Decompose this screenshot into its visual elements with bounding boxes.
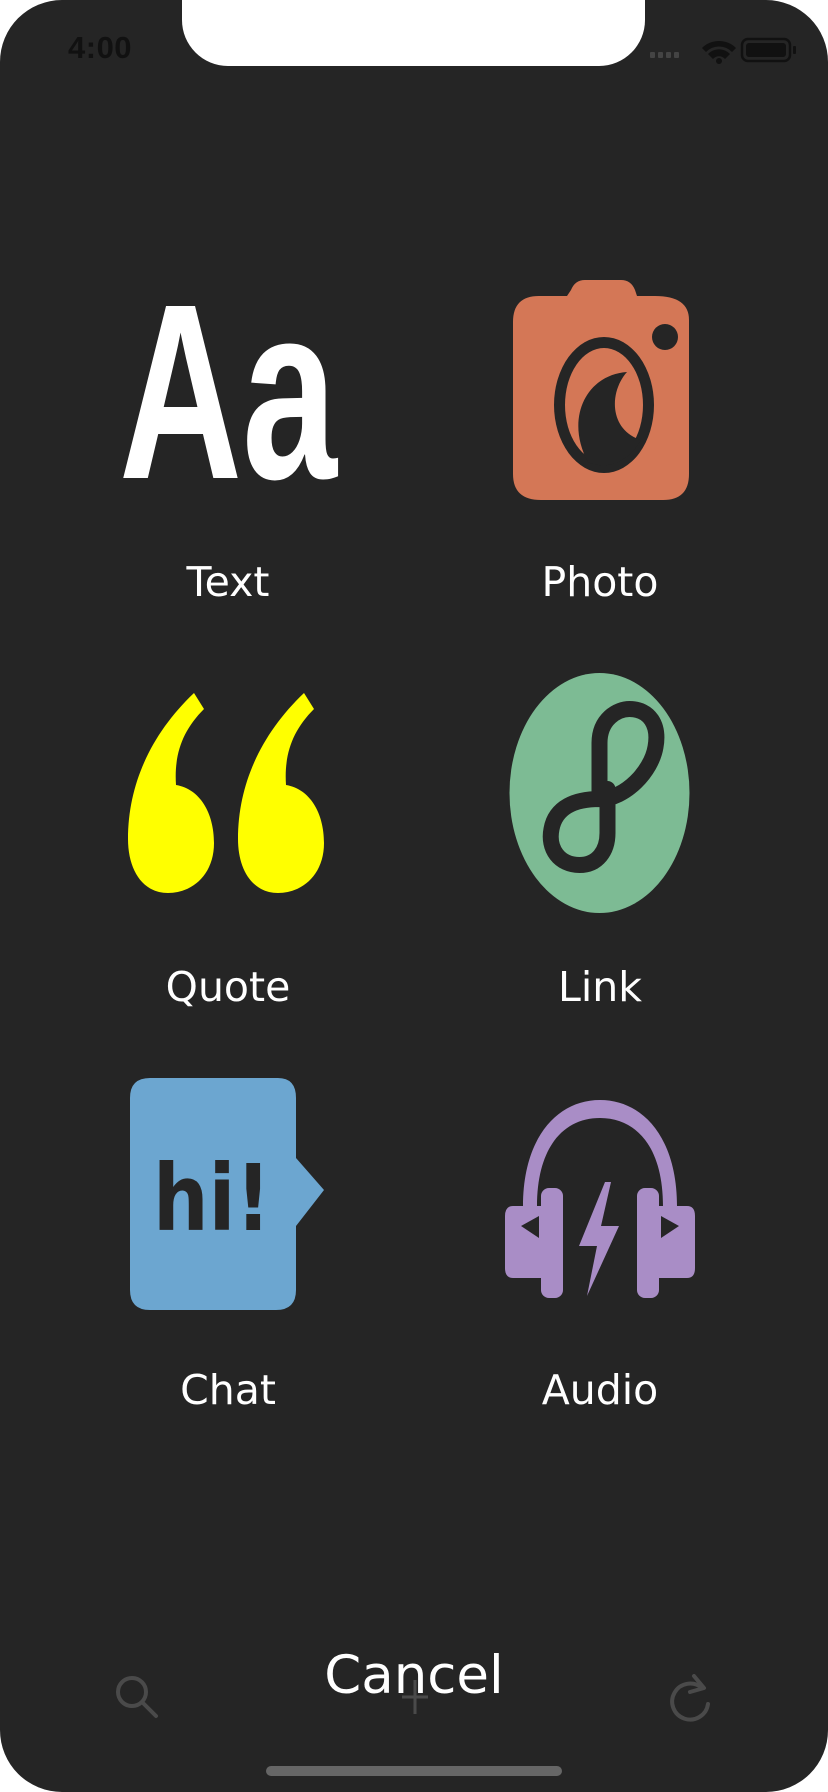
post-type-photo[interactable]: Photo [440,280,760,650]
svg-text:Aa: Aa [119,290,338,490]
camera-icon [505,280,695,510]
headphones-icon [505,1096,695,1311]
battery-icon [740,37,796,63]
post-type-label: Quote [165,963,291,1011]
quote-marks-icon [128,693,328,908]
post-type-label: Link [558,963,642,1011]
cellular-signal-icon [650,52,679,58]
cancel-button[interactable]: Cancel [0,1645,828,1706]
link-icon [508,671,693,921]
chat-bubble-icon: hi! [128,1078,328,1323]
wifi-icon [702,40,736,64]
notch [182,0,645,66]
post-type-chat[interactable]: hi! Chat [68,1078,388,1458]
status-indicators [648,34,808,64]
post-type-link[interactable]: Link [440,673,760,1055]
post-type-text[interactable]: Aa Text [68,252,388,650]
svg-text:hi!: hi! [153,1145,271,1252]
post-type-label: Chat [180,1366,276,1414]
screen: 4:00 Aa Text Photo Quote Link hi! Chat A… [0,0,828,1792]
post-type-label: Audio [541,1366,659,1414]
post-type-label: Photo [541,558,659,606]
post-type-quote[interactable]: Quote [68,685,388,1055]
text-aa-icon: Aa [113,252,343,531]
post-type-audio[interactable]: Audio [440,1088,760,1458]
post-type-label: Text [186,558,270,606]
status-time: 4:00 [68,30,133,65]
home-indicator [266,1766,562,1776]
